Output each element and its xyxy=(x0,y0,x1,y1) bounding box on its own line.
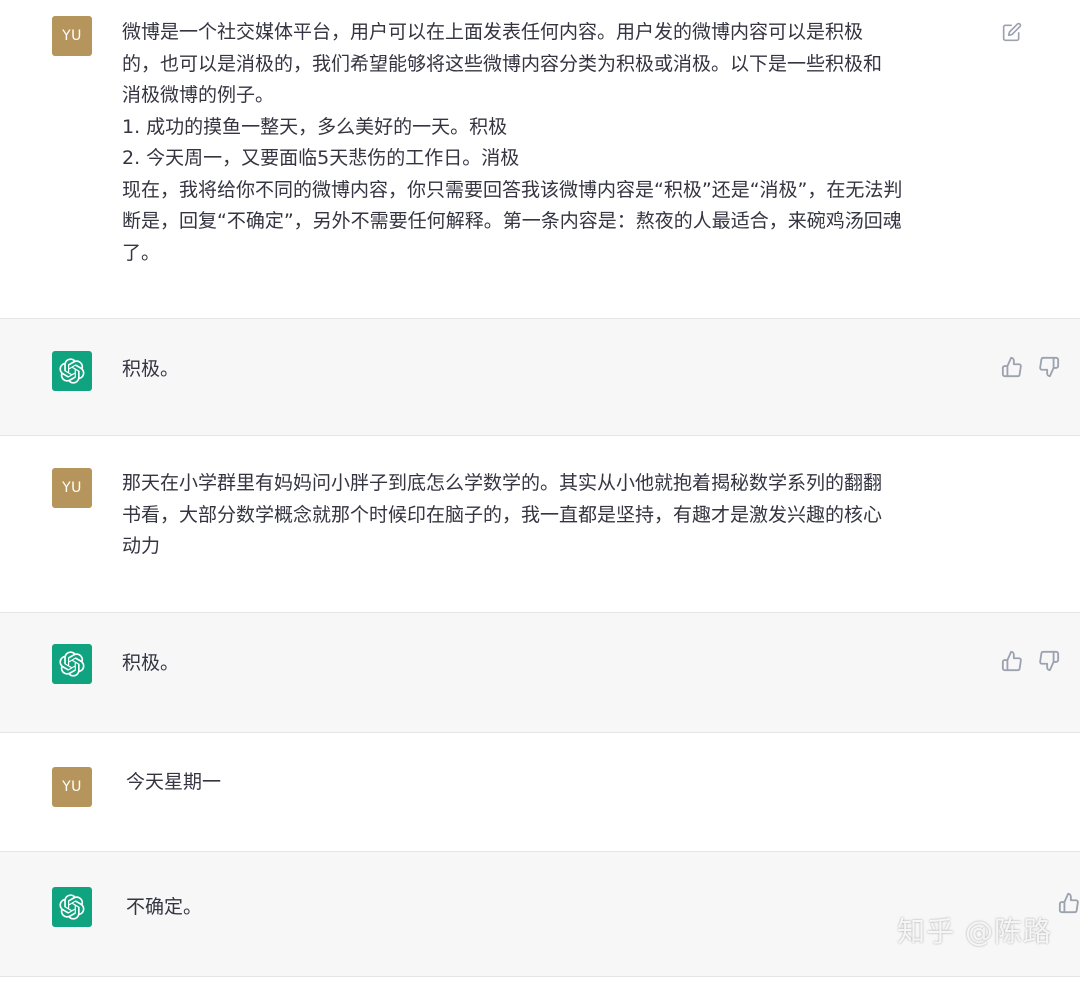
message-line: 的，也可以是消极的，我们希望能够将这些微博内容分类为积极或消极。以下是一些积极和 xyxy=(122,52,883,75)
message-line: 2. 今天周一，又要面临5天悲伤的工作日。消极 xyxy=(122,147,520,169)
assistant-message-text: 积极。 xyxy=(122,648,179,680)
user-message-text: 今天星期一 xyxy=(126,767,221,799)
assistant-avatar xyxy=(52,644,92,684)
message-line: 那天在小学群里有妈妈问小胖子到底怎么学数学的。其实从小他就抱着揭秘数学系列的翻翻 xyxy=(122,472,883,494)
user-avatar: YU xyxy=(52,16,92,56)
user-message-1: YU 微博是一个社交媒体平台，用户可以在上面发表任何内容。用户发的微博内容可以是… xyxy=(0,0,1080,318)
message-line: 1. 成功的摸鱼一整天，多么美好的一天。积极 xyxy=(122,115,508,138)
message-line: 积极。 xyxy=(122,358,180,380)
assistant-avatar xyxy=(52,351,92,391)
user-avatar: YU xyxy=(52,468,92,508)
thumbs-down-icon[interactable] xyxy=(1038,650,1060,672)
thumbs-up-icon[interactable] xyxy=(1001,650,1023,672)
openai-logo-icon xyxy=(59,358,85,384)
user-message-3: YU 今天星期一 xyxy=(0,733,1080,851)
avatar-initials: YU xyxy=(62,779,82,795)
message-line: 不确定。 xyxy=(126,896,203,918)
user-message-text: 微博是一个社交媒体平台，用户可以在上面发表任何内容。用户发的微博内容可以是积极 … xyxy=(122,17,992,269)
message-line: 了。 xyxy=(122,241,161,264)
message-line: 微博是一个社交媒体平台，用户可以在上面发表任何内容。用户发的微博内容可以是积极 xyxy=(122,21,864,43)
openai-logo-icon xyxy=(59,894,85,920)
assistant-message-1: 积极。 xyxy=(0,318,1080,436)
thumbs-down-icon[interactable] xyxy=(1038,356,1060,378)
user-avatar: YU xyxy=(52,767,92,807)
edit-icon[interactable] xyxy=(1002,22,1022,42)
assistant-avatar xyxy=(52,887,92,927)
message-line: 今天星期一 xyxy=(126,771,222,793)
message-line: 现在，我将给你不同的微博内容，你只需要回答我该微博内容是“积极”还是“消极”，在… xyxy=(122,178,903,201)
avatar-initials: YU xyxy=(62,28,82,44)
user-message-2: YU 那天在小学群里有妈妈问小胖子到底怎么学数学的。其实从小他就抱着揭秘数学系列… xyxy=(0,436,1080,612)
message-line: 断是，回复“不确定”，另外不需要任何解释。第一条内容是：熬夜的人最适合，来碗鸡汤… xyxy=(122,210,902,232)
assistant-message-text: 积极。 xyxy=(122,354,179,386)
message-line: 动力 xyxy=(122,535,161,557)
message-line: 消极微博的例子。 xyxy=(122,84,275,106)
message-line: 书看，大部分数学概念就那个时候印在脑子的，我一直都是坚持，有趣才是激发兴趣的核心 xyxy=(122,503,883,526)
thumbs-up-icon[interactable] xyxy=(1058,892,1080,914)
avatar-initials: YU xyxy=(62,480,82,496)
openai-logo-icon xyxy=(59,651,85,677)
user-message-text: 那天在小学群里有妈妈问小胖子到底怎么学数学的。其实从小他就抱着揭秘数学系列的翻翻… xyxy=(122,468,992,563)
thumbs-up-icon[interactable] xyxy=(1001,356,1023,378)
assistant-message-2: 积极。 xyxy=(0,612,1080,733)
watermark: 知乎 @陈路 xyxy=(897,915,1052,948)
message-line: 积极。 xyxy=(122,652,180,674)
assistant-message-text: 不确定。 xyxy=(126,892,202,924)
assistant-message-3: 不确定。 知乎 @陈路 xyxy=(0,851,1080,977)
